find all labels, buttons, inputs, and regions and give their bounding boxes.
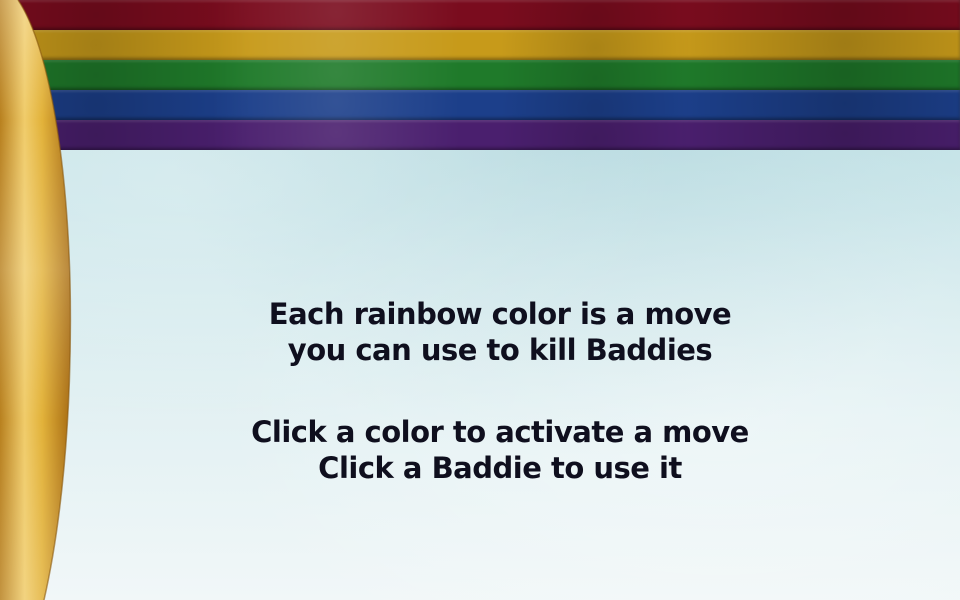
instructions-moves-line-2: you can use to kill Baddies	[287, 333, 713, 367]
golden-scroll-edge	[0, 0, 72, 600]
rainbow-band-red[interactable]	[0, 0, 960, 30]
rainbow-band-yellow[interactable]	[0, 30, 960, 60]
instructions-moves-line-1: Each rainbow color is a move	[268, 297, 732, 331]
instructions-controls-line-1: Click a color to activate a move	[251, 415, 749, 449]
rainbow-band-green[interactable]	[0, 60, 960, 90]
rainbow-color-bands	[0, 0, 960, 150]
rainbow-band-purple[interactable]	[0, 120, 960, 150]
game-screen: Each rainbow color is a move you can use…	[0, 0, 960, 600]
instructions-controls: Click a color to activate a move Click a…	[120, 414, 880, 486]
rainbow-band-blue[interactable]	[0, 90, 960, 120]
instructions-moves: Each rainbow color is a move you can use…	[120, 296, 880, 368]
instructions-controls-line-2: Click a Baddie to use it	[318, 451, 682, 485]
